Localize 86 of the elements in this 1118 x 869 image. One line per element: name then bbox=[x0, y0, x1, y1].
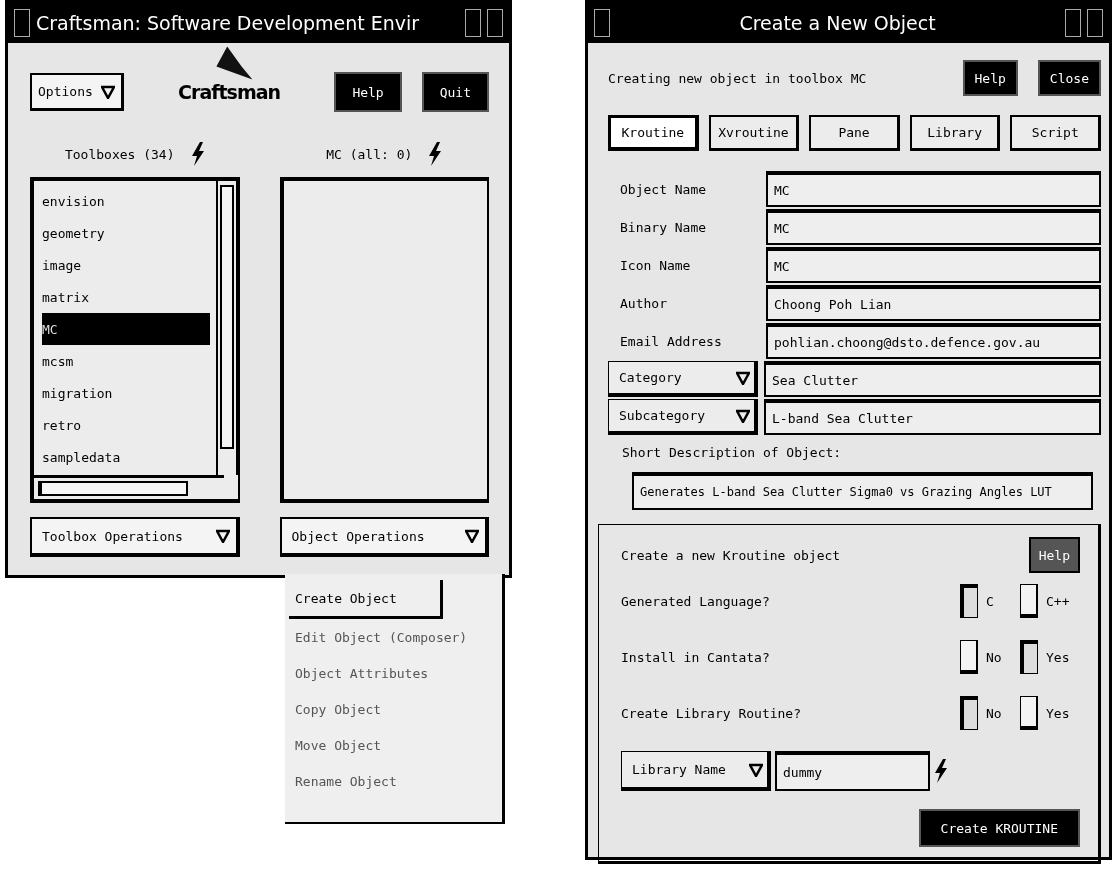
list-item[interactable]: sampledata bbox=[42, 441, 210, 473]
field-label: Object Name bbox=[619, 181, 708, 197]
operations-menu[interactable]: Object Operations bbox=[279, 517, 489, 557]
field-label: Short Description of Object: bbox=[622, 445, 843, 460]
create-button[interactable]: Create KROUTINE bbox=[918, 809, 1080, 847]
menu-item[interactable]: Copy Object bbox=[289, 691, 502, 727]
dropdown-icon bbox=[736, 370, 750, 385]
window-menu-button[interactable] bbox=[14, 9, 30, 37]
operations-menu[interactable]: Toolbox Operations bbox=[30, 517, 240, 557]
dropdown-icon bbox=[749, 762, 763, 777]
type-tab[interactable]: Script bbox=[1010, 115, 1102, 151]
minimize-button[interactable] bbox=[465, 9, 481, 37]
toggle-button[interactable] bbox=[1020, 640, 1038, 674]
type-tab[interactable]: Pane bbox=[809, 115, 900, 151]
lightning-icon[interactable] bbox=[190, 142, 205, 166]
window-button[interactable]: Help bbox=[962, 60, 1018, 96]
status-message: Creating new object in toolbox MC bbox=[608, 70, 867, 86]
panel-title: Create a new Kroutine object bbox=[621, 547, 841, 563]
text-field[interactable]: dummy bbox=[775, 751, 930, 791]
option-label: C++ bbox=[1046, 593, 1071, 609]
menu-item[interactable]: Move Object bbox=[289, 727, 502, 763]
window-button[interactable]: Quit bbox=[421, 72, 489, 112]
dropdown-icon bbox=[465, 529, 479, 543]
lightning-icon[interactable] bbox=[934, 759, 948, 783]
question-label: Generated Language? bbox=[621, 593, 770, 609]
type-tab[interactable]: Xvroutine bbox=[708, 115, 800, 151]
toggle-button[interactable] bbox=[960, 584, 978, 618]
dropdown-icon bbox=[736, 408, 750, 423]
text-field[interactable]: MC bbox=[766, 171, 1101, 207]
field-label: Author bbox=[619, 295, 668, 311]
option-label: No bbox=[986, 705, 1003, 721]
option-label: No bbox=[986, 649, 1003, 665]
list-item[interactable]: envision bbox=[42, 185, 210, 217]
question-label: Install in Cantata? bbox=[621, 649, 770, 665]
field-label: Email Address bbox=[619, 333, 723, 349]
dropdown-icon bbox=[100, 84, 115, 99]
window-title: Craftsman: Software Development Envir bbox=[36, 12, 421, 34]
text-field[interactable]: MC bbox=[766, 209, 1101, 245]
list-item[interactable]: geometry bbox=[42, 217, 210, 249]
maximize-button[interactable] bbox=[1087, 9, 1103, 37]
window-title: Create a New Object bbox=[738, 12, 937, 34]
menu-item[interactable]: Rename Object bbox=[289, 763, 502, 799]
field-label: Binary Name bbox=[619, 219, 708, 235]
list-item[interactable]: matrix bbox=[42, 281, 210, 313]
window-menu-button[interactable] bbox=[594, 9, 610, 37]
description-field[interactable]: Generates L-band Sea Clutter Sigma0 vs Grazing Angles LUT bbox=[632, 472, 1093, 510]
dropdown-menu-button[interactable]: Library Name bbox=[621, 751, 771, 791]
text-field[interactable]: pohlian.choong@dsto.defence.gov.au bbox=[766, 323, 1101, 359]
dropdown-icon bbox=[215, 529, 230, 543]
toggle-button[interactable] bbox=[960, 696, 978, 730]
list-item[interactable]: image bbox=[42, 249, 210, 281]
list-item[interactable]: MC bbox=[42, 313, 210, 345]
menu-item[interactable]: Edit Object (Composer) bbox=[289, 619, 502, 655]
dropdown-menu-button[interactable]: Subcategory bbox=[608, 399, 758, 435]
list-heading: MC (all: 0) bbox=[326, 146, 413, 162]
lightning-icon[interactable] bbox=[428, 142, 443, 166]
list-heading: Toolboxes (34) bbox=[64, 146, 175, 162]
window-button[interactable]: Help bbox=[334, 72, 402, 112]
option-label: Yes bbox=[1046, 705, 1071, 721]
maximize-button[interactable] bbox=[487, 9, 503, 37]
type-tab[interactable]: Library bbox=[909, 115, 1001, 151]
text-field[interactable]: MC bbox=[766, 247, 1101, 283]
logo-text: Craftsman bbox=[178, 81, 281, 103]
question-label: Create Library Routine? bbox=[621, 705, 801, 721]
toggle-button[interactable] bbox=[1020, 696, 1038, 730]
options-menu[interactable]: Options bbox=[30, 73, 124, 111]
vertical-scrollbar[interactable] bbox=[215, 181, 238, 475]
text-field[interactable]: L-band Sea Clutter bbox=[764, 399, 1101, 435]
dropdown-menu-button[interactable]: Category bbox=[608, 361, 758, 397]
horizontal-scrollbar[interactable] bbox=[34, 475, 224, 499]
option-label: Yes bbox=[1046, 649, 1071, 665]
list-item[interactable]: mcsm bbox=[42, 345, 210, 377]
text-field[interactable]: Sea Clutter bbox=[764, 361, 1101, 397]
toggle-button[interactable] bbox=[1020, 584, 1038, 618]
menu-item[interactable]: Object Attributes bbox=[289, 655, 502, 691]
option-label: C bbox=[986, 593, 995, 609]
list-item[interactable]: migration bbox=[42, 377, 210, 409]
field-label: Icon Name bbox=[619, 257, 692, 273]
list-item[interactable]: retro bbox=[42, 409, 210, 441]
window-button[interactable]: Close bbox=[1037, 60, 1101, 96]
help-button[interactable]: Help bbox=[1028, 537, 1080, 573]
type-tab[interactable]: Kroutine bbox=[608, 115, 699, 151]
minimize-button[interactable] bbox=[1065, 9, 1081, 37]
toggle-button[interactable] bbox=[960, 640, 978, 674]
menu-item[interactable]: Create Object bbox=[289, 580, 443, 619]
text-field[interactable]: Choong Poh Lian bbox=[766, 285, 1101, 321]
